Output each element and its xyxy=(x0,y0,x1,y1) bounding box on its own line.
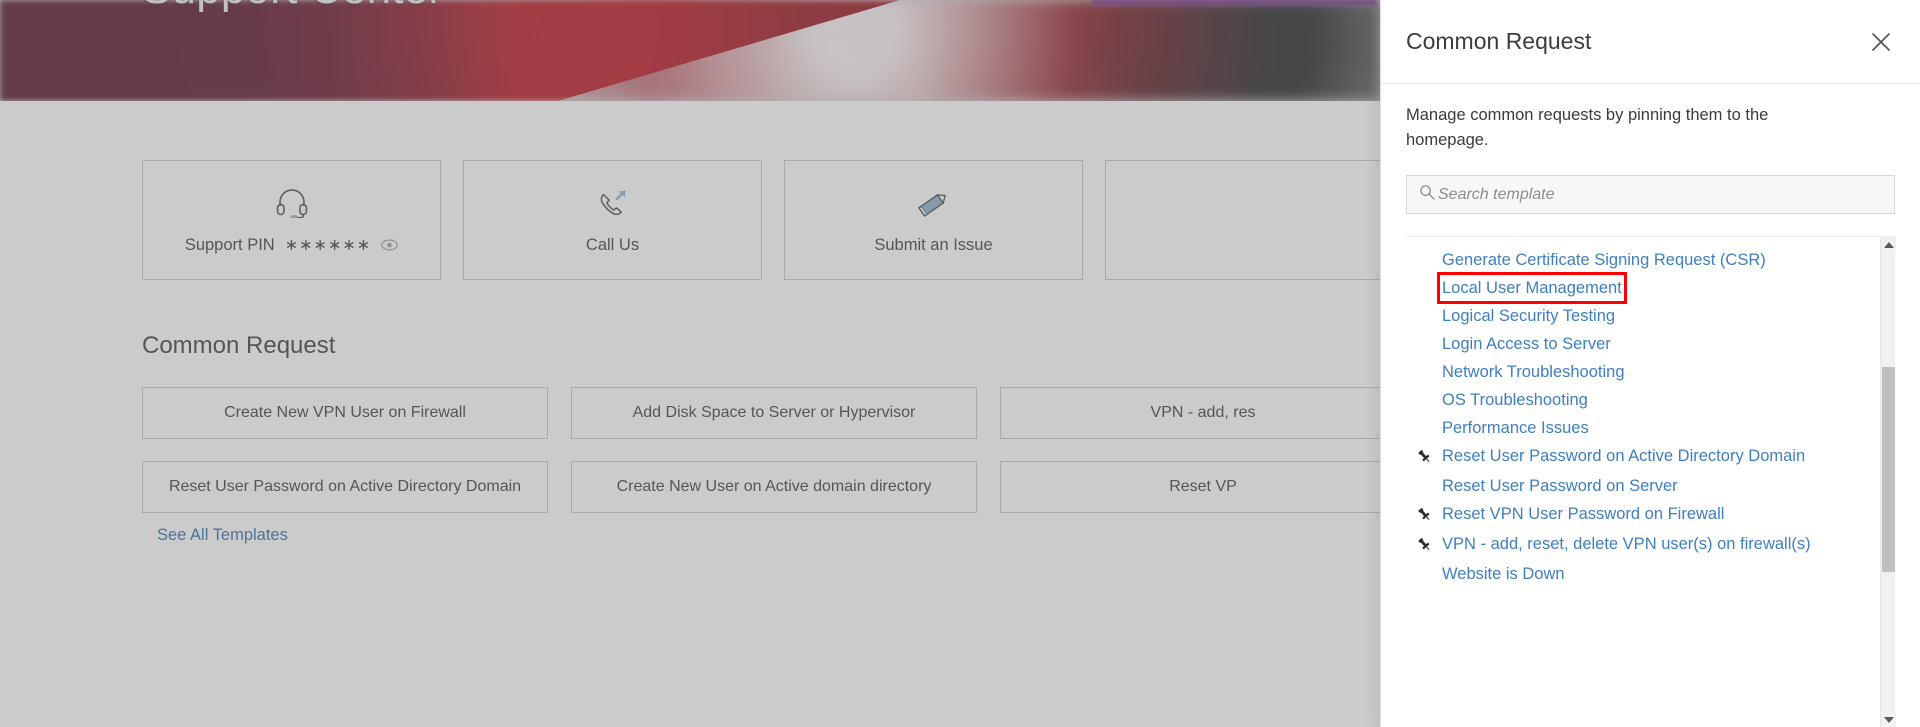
template-link[interactable]: Generate Certificate Signing Request (CS… xyxy=(1442,249,1766,271)
list-item[interactable]: Performance Issues xyxy=(1406,414,1880,442)
pin-slot[interactable] xyxy=(1406,445,1442,469)
template-link[interactable]: Local User Management xyxy=(1437,272,1627,304)
card-support-pin-label: Support PIN ∗∗∗∗∗∗ xyxy=(185,235,398,255)
pin-slot xyxy=(1406,305,1442,309)
pin-slot xyxy=(1406,389,1442,393)
card-call-us-label: Call Us xyxy=(585,235,640,254)
template-link[interactable]: Performance Issues xyxy=(1442,417,1589,439)
list-item[interactable]: Reset User Password on Server xyxy=(1406,472,1880,500)
search-icon xyxy=(1419,184,1435,205)
card-submit-an-issue-label: Submit an Issue xyxy=(874,235,993,254)
template-link[interactable]: Reset User Password on Server xyxy=(1442,475,1678,497)
request-button[interactable]: Create New User on Active domain directo… xyxy=(571,461,977,513)
drawer-title: Common Request xyxy=(1406,28,1592,54)
phone-outgoing-icon xyxy=(596,186,630,222)
see-all-templates-link[interactable]: See All Templates xyxy=(157,526,288,545)
request-button[interactable]: Reset VP xyxy=(1000,461,1380,513)
card-fourth-partial[interactable] xyxy=(1105,160,1380,280)
search-input[interactable] xyxy=(1438,185,1884,204)
pin-slot xyxy=(1406,361,1442,365)
support-pin-text: Support PIN xyxy=(184,235,275,254)
list-item[interactable]: Reset User Password on Active Directory … xyxy=(1406,442,1880,472)
request-button[interactable]: Reset User Password on Active Directory … xyxy=(142,461,548,513)
pin-icon[interactable] xyxy=(1417,449,1432,469)
template-link[interactable]: Login Access to Server xyxy=(1442,333,1611,355)
list-item[interactable]: Generate Certificate Signing Request (CS… xyxy=(1406,246,1880,274)
request-button[interactable]: Create New VPN User on Firewall xyxy=(142,387,548,439)
template-list: Generate Certificate Signing Request (CS… xyxy=(1406,237,1880,727)
common-request-heading: Common Request xyxy=(142,332,336,359)
template-link[interactable]: Reset VPN User Password on Firewall xyxy=(1442,503,1724,525)
pin-slot xyxy=(1406,249,1442,253)
page-content: Support PIN ∗∗∗∗∗∗ Call Us Submit an Iss… xyxy=(0,101,1380,727)
hero-purple-accent xyxy=(1092,0,1377,5)
search-template-field[interactable] xyxy=(1406,175,1895,214)
app-root: Support Center Sup xyxy=(0,0,1920,727)
template-link[interactable]: OS Troubleshooting xyxy=(1442,389,1588,411)
request-button[interactable]: Add Disk Space to Server or Hypervisor xyxy=(571,387,977,439)
scrollbar-thumb[interactable] xyxy=(1882,367,1895,572)
template-link[interactable]: Network Troubleshooting xyxy=(1442,361,1625,383)
support-pin-masked-value: ∗∗∗∗∗∗ xyxy=(284,237,372,254)
template-link[interactable]: VPN - add, reset, delete VPN user(s) on … xyxy=(1442,533,1811,555)
pin-slot xyxy=(1406,417,1442,421)
card-submit-an-issue[interactable]: Submit an Issue xyxy=(784,160,1083,280)
close-icon[interactable] xyxy=(1866,27,1896,57)
pin-icon[interactable] xyxy=(1417,507,1432,527)
list-item-local-user-management[interactable]: Local User Management xyxy=(1406,272,1880,304)
template-link[interactable]: Logical Security Testing xyxy=(1442,305,1615,327)
drawer-body: Manage common requests by pinning them t… xyxy=(1381,84,1920,727)
drawer-header: Common Request xyxy=(1381,0,1920,84)
chevron-down-icon[interactable] xyxy=(1881,712,1896,727)
pencil-icon xyxy=(916,186,952,222)
quick-action-cards: Support PIN ∗∗∗∗∗∗ Call Us Submit an Iss… xyxy=(142,160,1380,280)
support-center-page: Support Center Sup xyxy=(0,0,1380,727)
list-item[interactable]: Logical Security Testing xyxy=(1406,302,1880,330)
list-item[interactable]: Reset VPN User Password on Firewall xyxy=(1406,500,1880,530)
chevron-up-icon[interactable] xyxy=(1881,237,1896,252)
list-item[interactable]: Login Access to Server xyxy=(1406,330,1880,358)
common-request-grid: Create New VPN User on Firewall Add Disk… xyxy=(142,387,1380,513)
template-link[interactable]: Website is Down xyxy=(1442,563,1565,585)
template-list-container: Generate Certificate Signing Request (CS… xyxy=(1406,236,1896,727)
list-item[interactable]: OS Troubleshooting xyxy=(1406,386,1880,414)
pin-slot[interactable] xyxy=(1406,503,1442,527)
headset-icon xyxy=(275,185,309,221)
template-link[interactable]: Reset User Password on Active Directory … xyxy=(1442,445,1805,467)
list-item[interactable]: Network Troubleshooting xyxy=(1406,358,1880,386)
common-request-drawer: Common Request Manage common requests by… xyxy=(1380,0,1920,727)
card-support-pin[interactable]: Support PIN ∗∗∗∗∗∗ xyxy=(142,160,441,280)
pin-slot xyxy=(1406,563,1442,567)
page-title: Support Center xyxy=(142,0,443,14)
card-call-us[interactable]: Call Us xyxy=(463,160,762,280)
pin-icon[interactable] xyxy=(1417,537,1432,557)
pin-slot xyxy=(1406,277,1442,281)
pin-slot[interactable] xyxy=(1406,533,1442,557)
list-item[interactable]: VPN - add, reset, delete VPN user(s) on … xyxy=(1406,530,1880,560)
eye-reveal-icon[interactable] xyxy=(381,239,398,251)
template-list-scrollbar[interactable] xyxy=(1880,237,1896,727)
hero-banner: Support Center xyxy=(0,0,1380,101)
request-button[interactable]: VPN - add, res xyxy=(1000,387,1380,439)
drawer-description: Manage common requests by pinning them t… xyxy=(1406,106,1769,149)
list-item[interactable]: Website is Down xyxy=(1406,560,1880,588)
pin-slot xyxy=(1406,333,1442,337)
pin-slot xyxy=(1406,475,1442,479)
